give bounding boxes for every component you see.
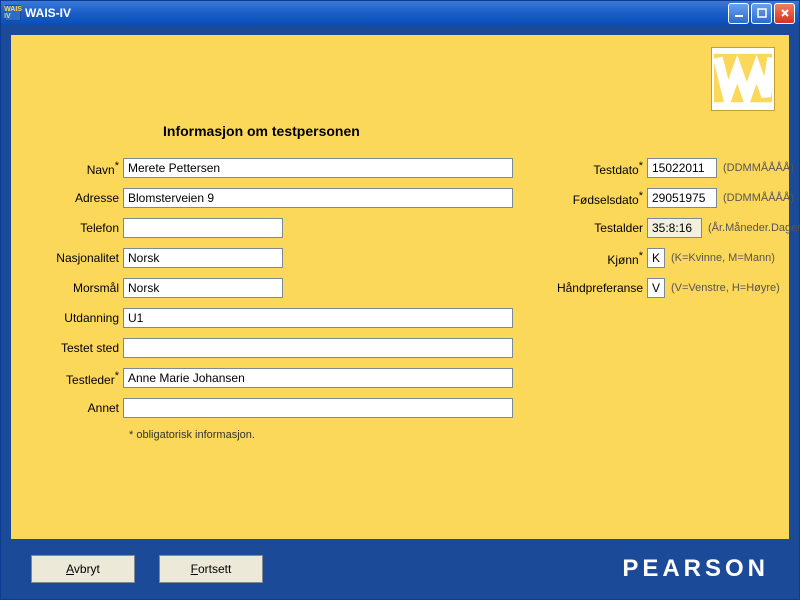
- main-panel: Informasjon om testpersonen Navn* Adress…: [11, 35, 789, 539]
- gender-hint: (K=Kvinne, M=Mann): [671, 252, 775, 264]
- birthdate-input[interactable]: [647, 188, 717, 208]
- testdate-input[interactable]: [647, 158, 717, 178]
- testdate-hint: (DDMMÅÅÅÅ): [723, 162, 794, 174]
- hand-label: Håndpreferanse: [547, 281, 647, 295]
- phone-input[interactable]: [123, 218, 283, 238]
- wais-logo: [711, 47, 775, 111]
- pearson-brand: PEARSON: [622, 555, 769, 583]
- cancel-button[interactable]: Avbryt: [31, 555, 135, 583]
- address-input[interactable]: [123, 188, 513, 208]
- client-area: Informasjon om testpersonen Navn* Adress…: [1, 25, 799, 599]
- testage-output: [647, 218, 702, 238]
- titlebar[interactable]: WAISIV WAIS-IV: [1, 1, 799, 25]
- education-label: Utdanning: [33, 311, 123, 325]
- other-input[interactable]: [123, 398, 513, 418]
- window-title: WAIS-IV: [25, 6, 728, 20]
- nationality-input[interactable]: [123, 248, 283, 268]
- close-button[interactable]: [774, 3, 795, 24]
- minimize-button[interactable]: [728, 3, 749, 24]
- gender-label: Kjønn*: [547, 250, 647, 267]
- testage-hint: (År.Måneder.Dager): [708, 222, 800, 234]
- mandatory-note: * obligatorisk informasjon.: [129, 429, 513, 441]
- app-window: WAISIV WAIS-IV Informasjon om tes: [0, 0, 800, 600]
- examiner-label: Testleder*: [33, 370, 123, 387]
- page-heading: Informasjon om testpersonen: [163, 123, 767, 139]
- gender-input[interactable]: [647, 248, 665, 268]
- testsite-input[interactable]: [123, 338, 513, 358]
- birthdate-label: Fødselsdato*: [547, 190, 647, 207]
- nationality-label: Nasjonalitet: [33, 251, 123, 265]
- footer: Avbryt Fortsett PEARSON: [11, 539, 789, 599]
- testdate-label: Testdato*: [547, 160, 647, 177]
- testage-label: Testalder: [547, 221, 647, 235]
- other-label: Annet: [33, 401, 123, 415]
- education-input[interactable]: [123, 308, 513, 328]
- language-label: Morsmål: [33, 281, 123, 295]
- language-input[interactable]: [123, 278, 283, 298]
- phone-label: Telefon: [33, 221, 123, 235]
- hand-hint: (V=Venstre, H=Høyre): [671, 282, 780, 294]
- name-input[interactable]: [123, 158, 513, 178]
- name-label: Navn*: [33, 160, 123, 177]
- hand-input[interactable]: [647, 278, 665, 298]
- app-icon: WAISIV: [5, 5, 21, 21]
- continue-button[interactable]: Fortsett: [159, 555, 263, 583]
- examiner-input[interactable]: [123, 368, 513, 388]
- testsite-label: Testet sted: [33, 341, 123, 355]
- birthdate-hint: (DDMMÅÅÅÅ): [723, 192, 794, 204]
- address-label: Adresse: [33, 191, 123, 205]
- maximize-button[interactable]: [751, 3, 772, 24]
